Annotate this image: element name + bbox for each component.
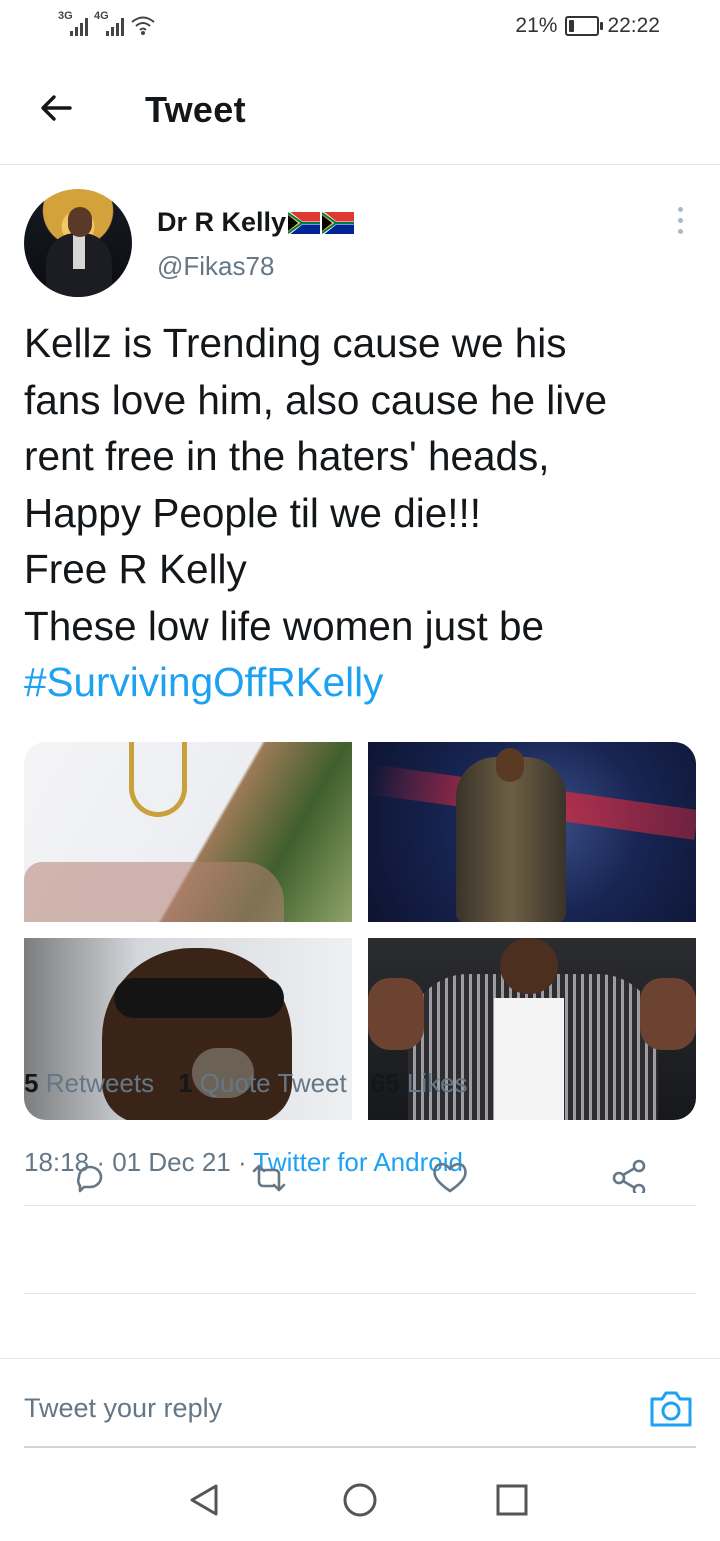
tweet-text-line: fans love him, also cause he live — [24, 376, 608, 423]
author-name[interactable]: Dr R Kelly — [157, 207, 286, 238]
signal-3g-icon: 3G — [58, 10, 88, 36]
quotes-label: Quote Tweet — [199, 1068, 347, 1098]
tweet-text-line: Happy People til we die!!! — [24, 489, 482, 536]
app-bar: Tweet — [0, 56, 720, 165]
retweet-icon[interactable] — [248, 1157, 290, 1193]
network-label-1: 3G — [58, 10, 73, 22]
network-indicators: 3G 4G — [58, 10, 156, 36]
arrow-left-icon[interactable] — [36, 88, 76, 128]
reply-bar: Tweet your reply — [0, 1358, 720, 1449]
tweet-text-line: These low life women just be — [24, 602, 544, 649]
share-icon[interactable] — [609, 1157, 651, 1193]
camera-icon[interactable] — [648, 1387, 694, 1429]
media-grid — [24, 742, 696, 1120]
recents-square-icon[interactable] — [490, 1478, 534, 1522]
tweet-stats: 5 Retweets 1 Quote Tweet 65 Likes — [24, 1068, 468, 1099]
tweet-photo-2[interactable] — [367, 742, 696, 922]
author-handle[interactable]: @Fikas78 — [157, 251, 274, 282]
system-nav-bar — [0, 1460, 720, 1541]
avatar[interactable] — [24, 189, 132, 297]
wifi-icon — [131, 16, 155, 35]
likes-label: Likes — [406, 1068, 468, 1098]
tweet-actions — [0, 1157, 720, 1193]
status-bar: 3G 4G 21% 22:22 — [0, 0, 720, 56]
retweets-label: Retweets — [45, 1068, 155, 1098]
south-africa-flag-icon — [288, 211, 321, 234]
like-icon[interactable] — [429, 1157, 471, 1193]
reply-input[interactable]: Tweet your reply — [24, 1393, 222, 1424]
author-name-row[interactable]: Dr R Kelly — [157, 207, 355, 238]
likes-stat[interactable]: 65 Likes — [371, 1068, 468, 1099]
status-right: 21% 22:22 — [515, 14, 660, 38]
hashtag-link[interactable]: #SurvivingOffRKelly — [24, 654, 684, 711]
tweet-photo-1[interactable] — [24, 742, 352, 922]
divider — [24, 1293, 696, 1294]
tweet-text-line: Free R Kelly — [24, 546, 247, 592]
south-africa-flag-icon — [322, 211, 355, 234]
more-vertical-icon[interactable] — [672, 207, 688, 241]
retweets-stat[interactable]: 5 Retweets — [24, 1068, 154, 1099]
page-title: Tweet — [145, 89, 246, 130]
battery-icon — [565, 16, 604, 36]
network-label-2: 4G — [94, 10, 109, 22]
clock: 22:22 — [607, 14, 660, 37]
back-triangle-icon[interactable] — [182, 1478, 226, 1522]
reply-underline — [24, 1446, 696, 1448]
retweets-count: 5 — [24, 1068, 39, 1098]
divider — [24, 1205, 696, 1206]
tweet-text: Kellz is Trending cause we his fans love… — [24, 315, 684, 711]
reply-icon[interactable] — [69, 1157, 111, 1193]
home-circle-icon[interactable] — [338, 1478, 382, 1522]
likes-count: 65 — [370, 1068, 400, 1098]
quotes-count: 1 — [178, 1068, 193, 1098]
battery-percent: 21% — [515, 14, 558, 37]
quotes-stat[interactable]: 1 Quote Tweet — [178, 1068, 347, 1099]
tweet-text-line: rent free in the haters' heads, — [24, 433, 550, 479]
signal-4g-icon: 4G — [94, 10, 124, 36]
tweet-text-line: Kellz is Trending cause we his — [24, 320, 567, 366]
